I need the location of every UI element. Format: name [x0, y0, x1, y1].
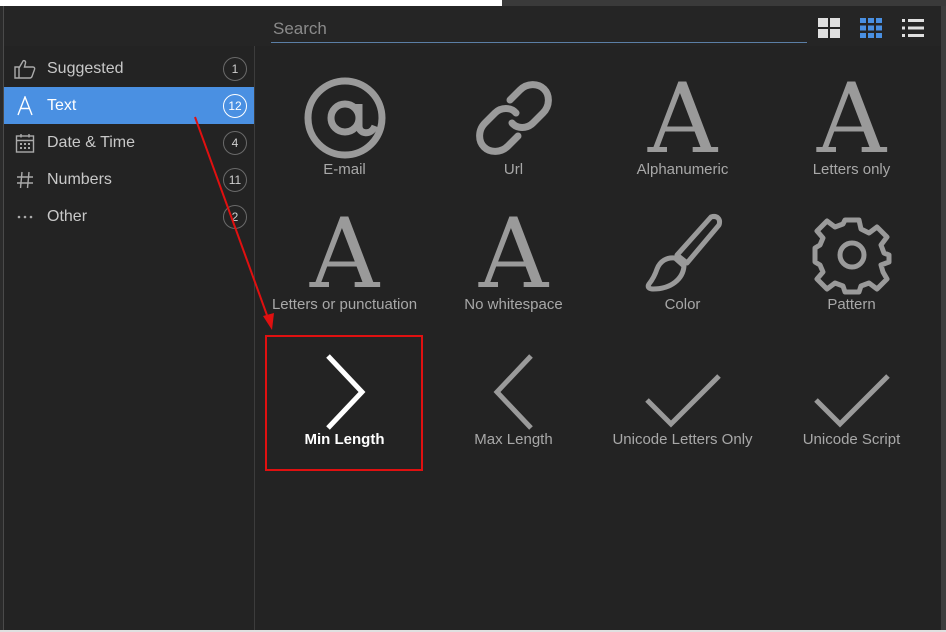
category-sidebar: Suggested 1 Text 12 Date & Time 4 Number…: [4, 46, 255, 630]
thumbs-up-icon: [14, 58, 36, 80]
letter-a-icon: A: [309, 198, 380, 310]
gear-icon: [767, 209, 936, 295]
tile-unicode-script[interactable]: Unicode Script: [767, 344, 936, 464]
tile-label: No whitespace: [464, 296, 563, 313]
tile-label: Letters only: [812, 161, 891, 178]
at-sign-icon: [260, 74, 429, 160]
tile-email[interactable]: E-mail: [260, 74, 429, 194]
tile-no-whitespace[interactable]: A No whitespace: [429, 198, 598, 329]
letter-a-icon: A: [478, 198, 549, 310]
calendar-icon: [14, 132, 36, 154]
sidebar-item-suggested[interactable]: Suggested 1: [4, 50, 254, 87]
list-icon: [902, 19, 924, 37]
tile-label: Min Length: [304, 431, 385, 448]
sidebar-item-label: Numbers: [47, 170, 112, 188]
small-grid-view-button[interactable]: [858, 16, 884, 40]
search-input[interactable]: [271, 16, 807, 43]
hash-icon: [14, 169, 36, 191]
sidebar-item-text[interactable]: Text 12: [4, 87, 254, 124]
tile-label: Unicode Script: [802, 431, 901, 448]
letter-a-icon: A: [647, 63, 718, 175]
large-grid-view-button[interactable]: [816, 16, 842, 40]
letter-a-icon: [14, 95, 36, 117]
tile-color[interactable]: Color: [598, 209, 767, 329]
list-view-button[interactable]: [900, 16, 926, 40]
count-badge: 12: [223, 93, 247, 118]
tile-url[interactable]: Url: [429, 74, 598, 194]
sidebar-item-label: Text: [47, 96, 77, 114]
chevron-left-icon: [429, 344, 598, 430]
tile-label: Unicode Letters Only: [612, 431, 753, 448]
tile-label: Letters or punctuation: [271, 296, 418, 313]
tile-label: Url: [503, 161, 524, 178]
count-badge: 11: [223, 167, 247, 192]
count-badge: 2: [223, 204, 247, 229]
checkmark-icon: [767, 344, 936, 430]
sidebar-item-label: Other: [47, 207, 88, 225]
tile-label: Color: [664, 296, 701, 313]
tile-pattern[interactable]: Pattern: [767, 209, 936, 329]
tile-label: Pattern: [827, 296, 876, 313]
tile-unicode-letters-only[interactable]: Unicode Letters Only: [598, 344, 767, 464]
sidebar-item-other[interactable]: Other 2: [4, 198, 254, 235]
checkmark-icon: [598, 344, 767, 430]
sidebar-item-label: Suggested: [47, 59, 124, 77]
count-badge: 4: [223, 130, 247, 155]
sidebar-item-date-time[interactable]: Date & Time 4: [4, 124, 254, 161]
tile-max-length[interactable]: Max Length: [429, 344, 598, 464]
sidebar-item-label: Date & Time: [47, 133, 136, 151]
tile-alphanumeric[interactable]: A Alphanumeric: [598, 63, 767, 194]
tile-min-length[interactable]: Min Length: [260, 344, 429, 464]
validator-picker-popup: Suggested 1 Text 12 Date & Time 4 Number…: [3, 6, 941, 630]
popup-header: [4, 6, 941, 46]
small-grid-icon: [860, 18, 882, 38]
link-icon: [429, 74, 598, 160]
sidebar-item-numbers[interactable]: Numbers 11: [4, 161, 254, 198]
chevron-right-icon: [260, 344, 429, 430]
tile-label: Max Length: [474, 431, 553, 448]
count-badge: 1: [223, 56, 247, 81]
validator-grid: E-mail Url A Alphanumeric A Letters only…: [255, 46, 941, 630]
tile-letters-or-punctuation[interactable]: A Letters or punctuation: [260, 198, 429, 329]
tile-label: E-mail: [323, 161, 366, 178]
letter-a-icon: A: [816, 63, 887, 175]
ellipsis-icon: [14, 206, 36, 228]
paintbrush-icon: [598, 209, 767, 295]
tile-letters-only[interactable]: A Letters only: [767, 63, 936, 194]
large-grid-icon: [818, 18, 840, 38]
tile-label: Alphanumeric: [636, 161, 729, 178]
